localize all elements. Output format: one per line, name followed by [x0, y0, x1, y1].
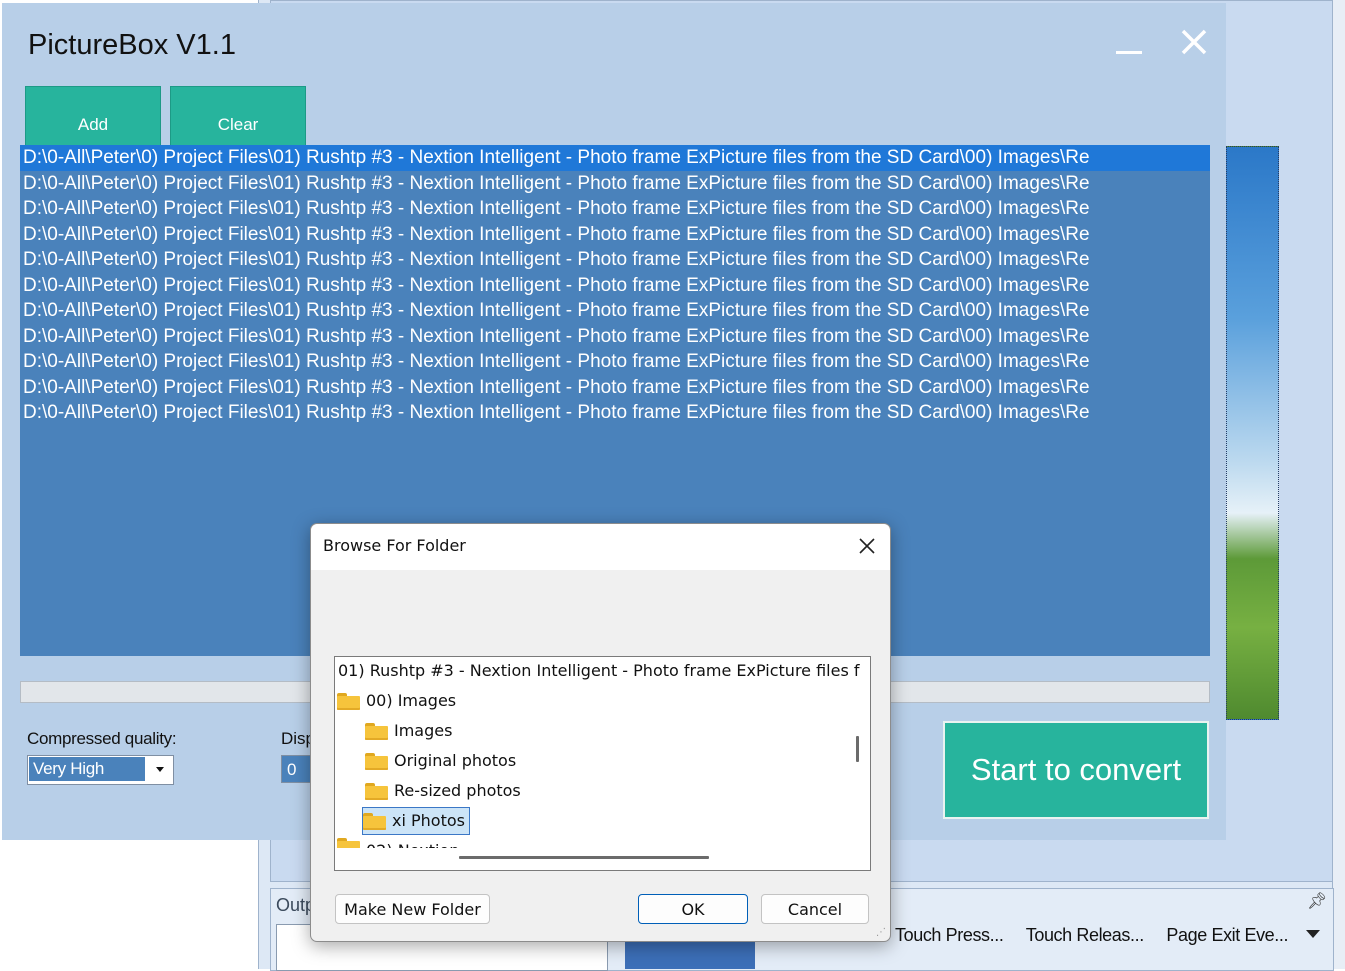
- list-item[interactable]: D:\0-All\Peter\0) Project Files\01) Rush…: [20, 273, 1210, 299]
- list-item[interactable]: D:\0-All\Peter\0) Project Files\01) Rush…: [20, 247, 1210, 273]
- folder-icon: [337, 838, 360, 848]
- tree-item[interactable]: Original photos: [365, 748, 516, 774]
- tree-item-label: Re-sized photos: [394, 781, 521, 800]
- app-title: PictureBox V1.1: [28, 29, 236, 61]
- background-scroll-strip: [1332, 0, 1345, 969]
- pin-icon[interactable]: 📌︎: [1307, 891, 1327, 911]
- tree-item[interactable]: Re-sized photos: [365, 778, 521, 804]
- tree-item[interactable]: Images: [365, 718, 452, 744]
- dialog-title: Browse For Folder: [323, 536, 466, 555]
- list-item[interactable]: D:\0-All\Peter\0) Project Files\01) Rush…: [20, 349, 1210, 375]
- dialog-close-button[interactable]: [855, 534, 879, 558]
- list-item[interactable]: D:\0-All\Peter\0) Project Files\01) Rush…: [20, 298, 1210, 324]
- tree-item-label: Images: [394, 721, 453, 740]
- background-active-tab[interactable]: [625, 940, 755, 969]
- tree-item-label: 02) Nextion: [366, 838, 459, 848]
- folder-tree[interactable]: 01) Rushtp #3 - Nextion Intelligent - Ph…: [334, 656, 871, 871]
- tabs-dropdown-arrow-icon[interactable]: [1306, 930, 1320, 938]
- tree-item-label: 01) Rushtp #3 - Nextion Intelligent - Ph…: [338, 661, 860, 680]
- close-icon: [1181, 29, 1207, 55]
- image-preview: [1226, 146, 1279, 720]
- close-button[interactable]: [1177, 25, 1211, 59]
- list-item[interactable]: D:\0-All\Peter\0) Project Files\01) Rush…: [20, 196, 1210, 222]
- tree-vertical-scrollbar[interactable]: [856, 736, 859, 762]
- minimize-button[interactable]: [1112, 31, 1146, 61]
- quality-selected-value: Very High: [29, 757, 145, 781]
- folder-icon: [365, 752, 388, 770]
- tree-root-item[interactable]: 01) Rushtp #3 - Nextion Intelligent - Ph…: [338, 658, 860, 684]
- tree-item-label: Original photos: [394, 751, 517, 770]
- folder-icon: [365, 782, 388, 800]
- tab-page-exit[interactable]: Page Exit Eve...: [1166, 925, 1288, 945]
- list-item[interactable]: D:\0-All\Peter\0) Project Files\01) Rush…: [20, 400, 1210, 426]
- quality-dropdown[interactable]: Very High: [27, 755, 174, 785]
- dialog-titlebar: Browse For Folder: [311, 524, 890, 570]
- folder-icon: [337, 692, 360, 710]
- chevron-down-icon: [156, 767, 164, 772]
- folder-icon: [365, 722, 388, 740]
- quality-label: Compressed quality:: [27, 729, 177, 748]
- tree-item[interactable]: 00) Images: [337, 688, 456, 714]
- list-item[interactable]: D:\0-All\Peter\0) Project Files\01) Rush…: [20, 375, 1210, 401]
- list-item[interactable]: D:\0-All\Peter\0) Project Files\01) Rush…: [20, 324, 1210, 350]
- resize-grip-icon[interactable]: ⋰: [876, 927, 886, 938]
- minimize-icon: [1116, 51, 1142, 54]
- folder-icon: [363, 812, 386, 830]
- close-icon: [859, 538, 875, 554]
- list-item[interactable]: D:\0-All\Peter\0) Project Files\01) Rush…: [20, 222, 1210, 248]
- browse-folder-dialog: Browse For Folder 01) Rushtp #3 - Nextio…: [310, 523, 891, 942]
- make-new-folder-button[interactable]: Make New Folder: [335, 894, 490, 924]
- tab-touch-release[interactable]: Touch Releas...: [1026, 925, 1144, 945]
- tree-horizontal-scrollbar[interactable]: [459, 856, 709, 859]
- ok-button[interactable]: OK: [638, 894, 748, 924]
- tab-touch-press[interactable]: Touch Press...: [895, 925, 1004, 945]
- event-tabs: Touch Press... Touch Releas... Page Exit…: [895, 925, 1306, 946]
- tree-item[interactable]: 02) Nextion: [337, 838, 459, 848]
- cancel-button[interactable]: Cancel: [761, 894, 869, 924]
- list-item[interactable]: D:\0-All\Peter\0) Project Files\01) Rush…: [20, 171, 1210, 197]
- list-item[interactable]: D:\0-All\Peter\0) Project Files\01) Rush…: [20, 145, 1210, 171]
- start-convert-button[interactable]: Start to convert: [943, 721, 1209, 819]
- tree-item-selected[interactable]: xi Photos: [362, 807, 470, 835]
- tree-item-label: 00) Images: [366, 691, 457, 710]
- tree-item-label: xi Photos: [392, 811, 465, 830]
